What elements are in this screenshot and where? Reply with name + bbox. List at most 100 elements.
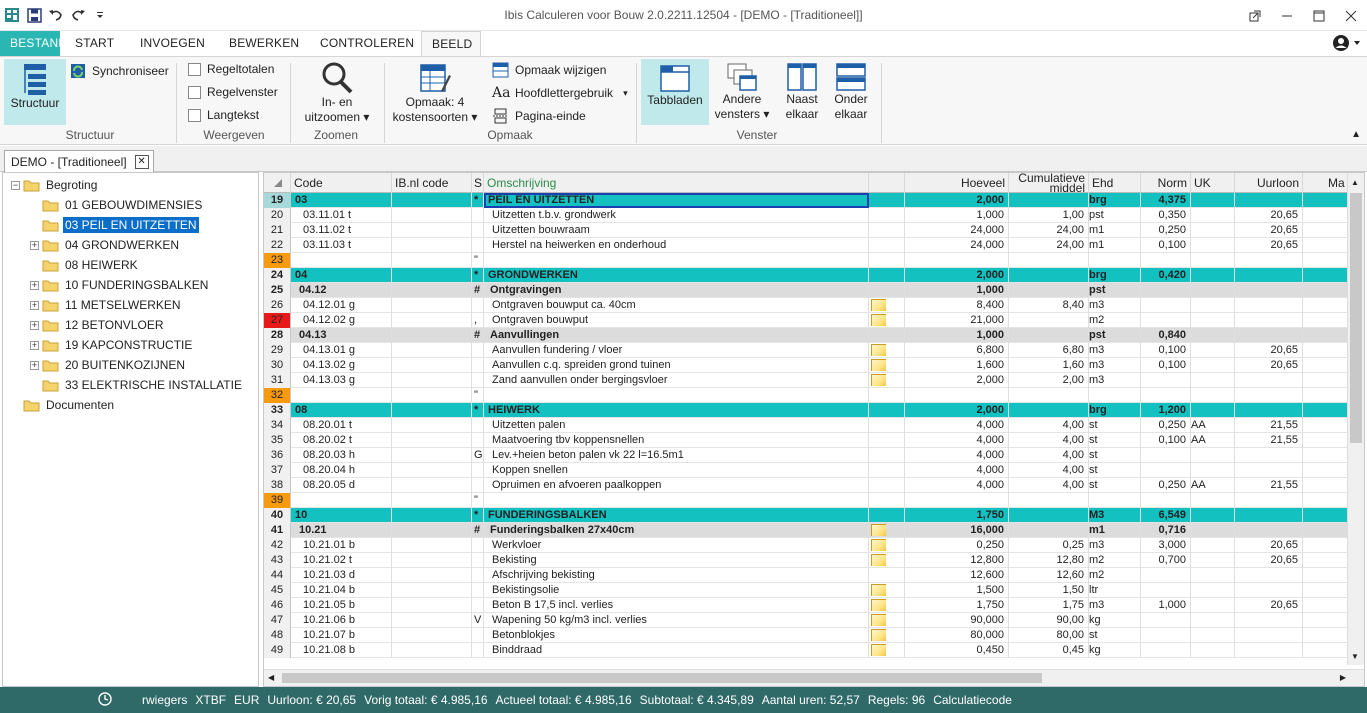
tree-item[interactable]: +10 FUNDERINGSBALKEN xyxy=(30,275,210,295)
cell-norm[interactable]: 1,000 xyxy=(1141,598,1191,613)
cell-note[interactable] xyxy=(869,223,905,238)
cell-qty[interactable]: 0,250 xyxy=(905,538,1009,553)
cell-norm[interactable] xyxy=(1141,613,1191,628)
cell-ibnl[interactable] xyxy=(392,193,472,208)
cell-qty[interactable]: 1,750 xyxy=(905,508,1009,523)
cell-uur[interactable] xyxy=(1235,193,1303,208)
table-row[interactable]: 23 " xyxy=(264,253,1364,268)
cell-ehd[interactable]: m3 xyxy=(1089,373,1141,388)
table-row[interactable]: 29 04.13.01 g Aanvullen fundering / vloer 6… xyxy=(264,343,1364,358)
cell-s[interactable]: # xyxy=(472,523,484,538)
cell-uk[interactable] xyxy=(1191,343,1235,358)
cell-note[interactable] xyxy=(869,508,905,523)
cell-norm[interactable]: 0,840 xyxy=(1141,328,1191,343)
cell-norm[interactable] xyxy=(1141,493,1191,508)
scroll-up-icon[interactable]: ▲ xyxy=(1351,178,1359,187)
cell-uur[interactable]: 20,65 xyxy=(1235,343,1303,358)
expand-icon[interactable]: + xyxy=(30,280,39,290)
cell-desc[interactable]: Werkvloer xyxy=(484,538,869,553)
cell-uur[interactable] xyxy=(1235,493,1303,508)
cell-note[interactable] xyxy=(869,538,905,553)
cell-norm[interactable]: 0,250 xyxy=(1141,418,1191,433)
cell-ehd[interactable]: st xyxy=(1089,448,1141,463)
cell-uur[interactable] xyxy=(1235,373,1303,388)
cell-ehd[interactable]: ltr xyxy=(1089,583,1141,598)
cell-norm[interactable] xyxy=(1141,388,1191,403)
cell-note[interactable] xyxy=(869,478,905,493)
cell-norm[interactable] xyxy=(1141,253,1191,268)
restore-icon[interactable] xyxy=(1239,0,1271,31)
cell-norm[interactable]: 0,250 xyxy=(1141,478,1191,493)
row-number[interactable]: 21 xyxy=(264,223,291,238)
row-number[interactable]: 45 xyxy=(264,583,291,598)
row-number[interactable]: 32 xyxy=(264,388,291,403)
cell-note[interactable] xyxy=(869,418,905,433)
cell-norm[interactable] xyxy=(1141,283,1191,298)
cell-note[interactable] xyxy=(869,388,905,403)
table-row[interactable]: 22 03.11.03 t Herstel na heiwerken en onde… xyxy=(264,238,1364,253)
row-number[interactable]: 49 xyxy=(264,643,291,658)
cell-uk[interactable] xyxy=(1191,523,1235,538)
cell-norm[interactable] xyxy=(1141,583,1191,598)
cell-desc[interactable]: Betonblokjes xyxy=(484,628,869,643)
table-row[interactable]: 26 04.12.01 g Ontgraven bouwput ca. 40cm 8,… xyxy=(264,298,1364,313)
cell-cum[interactable]: 4,00 xyxy=(1009,448,1089,463)
cell-uur[interactable] xyxy=(1235,448,1303,463)
cell-uur[interactable] xyxy=(1235,328,1303,343)
cell-norm[interactable] xyxy=(1141,643,1191,658)
cell-norm[interactable]: 0,700 xyxy=(1141,553,1191,568)
andere-vensters-button[interactable]: Andere vensters ▾ xyxy=(713,59,771,127)
hoofdlettergebruik-dropdown[interactable]: Aa Hoofdlettergebruik ▾ xyxy=(492,85,628,101)
cell-desc[interactable]: Aanvullen fundering / vloer xyxy=(484,343,869,358)
cell-s[interactable] xyxy=(472,418,484,433)
header-code[interactable]: Code xyxy=(291,173,392,193)
cell-uk[interactable] xyxy=(1191,193,1235,208)
cell-code[interactable] xyxy=(291,253,392,268)
cell-desc[interactable]: Herstel na heiwerken en onderhoud xyxy=(484,238,869,253)
row-number[interactable]: 43 xyxy=(264,553,291,568)
naast-elkaar-button[interactable]: Naast elkaar xyxy=(777,59,827,127)
row-number[interactable]: 25 xyxy=(264,283,291,298)
cell-ehd[interactable]: st xyxy=(1089,628,1141,643)
cell-qty[interactable]: 4,000 xyxy=(905,433,1009,448)
cell-desc[interactable]: Beton B 17,5 incl. verlies xyxy=(484,598,869,613)
row-number[interactable]: 48 xyxy=(264,628,291,643)
row-number[interactable]: 19 xyxy=(264,193,291,208)
cell-ibnl[interactable] xyxy=(392,493,472,508)
cell-code[interactable]: 04.12.01 g xyxy=(291,298,392,313)
cell-qty[interactable]: 0,450 xyxy=(905,643,1009,658)
cell-desc[interactable]: Zand aanvullen onder bergingsvloer xyxy=(484,373,869,388)
cell-qty[interactable]: 6,800 xyxy=(905,343,1009,358)
note-icon[interactable] xyxy=(871,314,886,326)
minimize-button[interactable] xyxy=(1271,0,1303,31)
cell-code[interactable]: 04 xyxy=(291,268,392,283)
cell-code[interactable]: 04.13.03 g xyxy=(291,373,392,388)
cell-uk[interactable] xyxy=(1191,328,1235,343)
cell-code[interactable]: 10.21.03 d xyxy=(291,568,392,583)
cell-ehd[interactable]: pst xyxy=(1089,328,1141,343)
cell-uk[interactable] xyxy=(1191,643,1235,658)
row-number[interactable]: 46 xyxy=(264,598,291,613)
row-number[interactable]: 23 xyxy=(264,253,291,268)
cell-ehd[interactable]: brg xyxy=(1089,193,1141,208)
cell-note[interactable] xyxy=(869,358,905,373)
row-number[interactable]: 28 xyxy=(264,328,291,343)
account-menu[interactable] xyxy=(1332,34,1361,52)
cell-s[interactable]: " xyxy=(472,388,484,403)
cell-desc[interactable]: Koppen snellen xyxy=(484,463,869,478)
row-number[interactable]: 44 xyxy=(264,568,291,583)
cell-uk[interactable] xyxy=(1191,508,1235,523)
cell-norm[interactable] xyxy=(1141,568,1191,583)
cell-desc[interactable]: GRONDWERKEN xyxy=(484,268,869,283)
cell-uur[interactable]: 21,55 xyxy=(1235,418,1303,433)
cell-norm[interactable]: 0,100 xyxy=(1141,358,1191,373)
expand-icon[interactable]: + xyxy=(30,300,39,310)
table-row[interactable]: 48 10.21.07 b Betonblokjes 80,000 80,00 st xyxy=(264,628,1364,643)
table-row[interactable]: 27 04.12.02 g, Ontgraven bouwput 21,000 m2 xyxy=(264,313,1364,328)
row-number[interactable]: 36 xyxy=(264,448,291,463)
cell-uk[interactable] xyxy=(1191,238,1235,253)
cell-code[interactable]: 10.21.07 b xyxy=(291,628,392,643)
cell-s[interactable]: " xyxy=(472,493,484,508)
cell-desc[interactable]: Aanvullingen xyxy=(484,328,869,343)
cell-uur[interactable]: 20,65 xyxy=(1235,208,1303,223)
